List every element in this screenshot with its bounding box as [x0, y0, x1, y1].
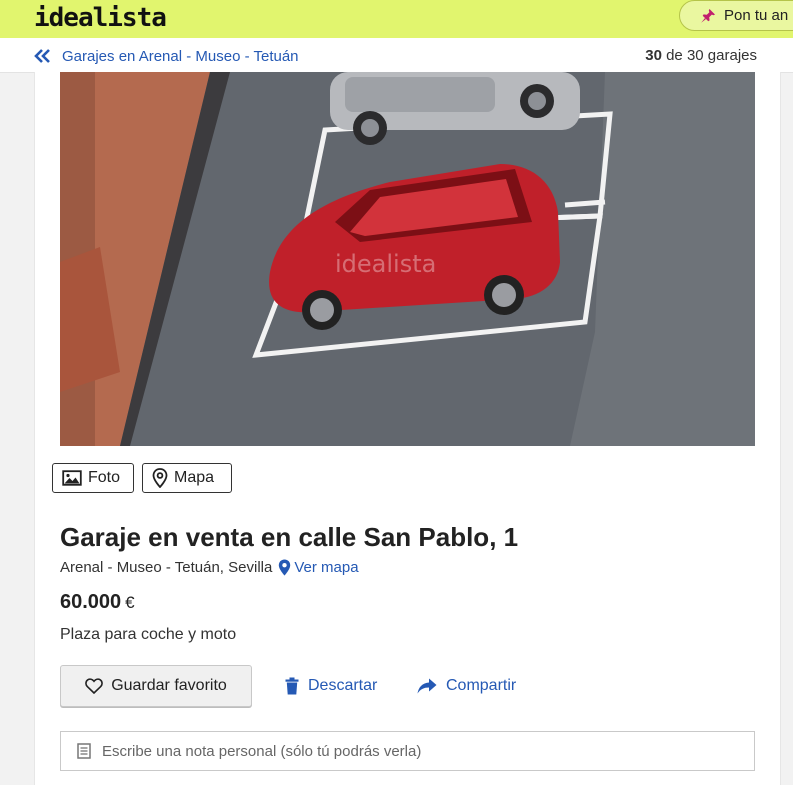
save-favorite-button[interactable]: Guardar favorito — [60, 665, 252, 707]
listing-description: Plaza para coche y moto — [60, 626, 237, 643]
back-to-results-link[interactable]: Garajes en Arenal - Museo - Tetuán — [34, 46, 299, 66]
double-chevron-left-icon — [34, 49, 50, 63]
location-pin-icon — [152, 468, 168, 488]
view-map-label: Ver mapa — [294, 559, 359, 576]
listing-photo[interactable]: idealista — [60, 72, 755, 446]
tab-map[interactable]: Mapa — [142, 463, 232, 493]
counter-total: de 30 garajes — [666, 47, 757, 64]
top-bar: idealista Pon tu an — [0, 0, 793, 38]
location-text: Arenal - Museo - Tetuán, Sevilla — [60, 559, 273, 576]
listing-card: idealista Foto Mapa Garaje en venta en c… — [34, 72, 781, 785]
price-value: 60.000 — [60, 591, 122, 613]
result-counter: 30 de 30 garajes — [645, 47, 757, 64]
view-map-link[interactable]: Ver mapa — [278, 559, 359, 576]
note-icon — [77, 743, 91, 759]
map-marker-icon — [279, 559, 291, 576]
heart-icon — [85, 678, 104, 694]
publish-ad-button[interactable]: Pon tu an — [679, 0, 793, 31]
save-favorite-label: Guardar favorito — [111, 677, 227, 694]
publish-ad-label: Pon tu an — [724, 7, 789, 24]
listing-title: Garaje en venta en calle San Pablo, 1 — [60, 522, 519, 552]
pushpin-icon — [701, 9, 715, 23]
share-label: Compartir — [446, 677, 517, 694]
discard-button[interactable]: Descartar — [285, 675, 377, 697]
discard-label: Descartar — [308, 677, 378, 694]
listing-location: Arenal - Museo - Tetuán, Sevilla Ver map… — [60, 559, 359, 576]
photo-watermark: idealista — [335, 250, 436, 278]
tab-photo-label: Foto — [88, 469, 121, 486]
breadcrumb-bar: Garajes en Arenal - Museo - Tetuán 30 de… — [0, 38, 793, 73]
personal-note-field[interactable] — [60, 731, 755, 771]
listing-price: 60.000 € — [60, 591, 135, 614]
personal-note-input[interactable] — [102, 742, 702, 760]
tab-photo[interactable]: Foto — [52, 463, 134, 493]
trash-icon — [285, 677, 299, 695]
back-link-label: Garajes en Arenal - Museo - Tetuán — [62, 47, 299, 65]
image-icon — [62, 470, 82, 486]
share-button[interactable]: Compartir — [417, 675, 516, 697]
tab-map-label: Mapa — [174, 469, 215, 486]
garage-photo-image: idealista — [60, 72, 755, 446]
idealista-logo[interactable]: idealista — [34, 3, 167, 33]
price-currency: € — [125, 593, 135, 612]
counter-current: 30 — [645, 47, 662, 64]
share-arrow-icon — [417, 678, 437, 694]
